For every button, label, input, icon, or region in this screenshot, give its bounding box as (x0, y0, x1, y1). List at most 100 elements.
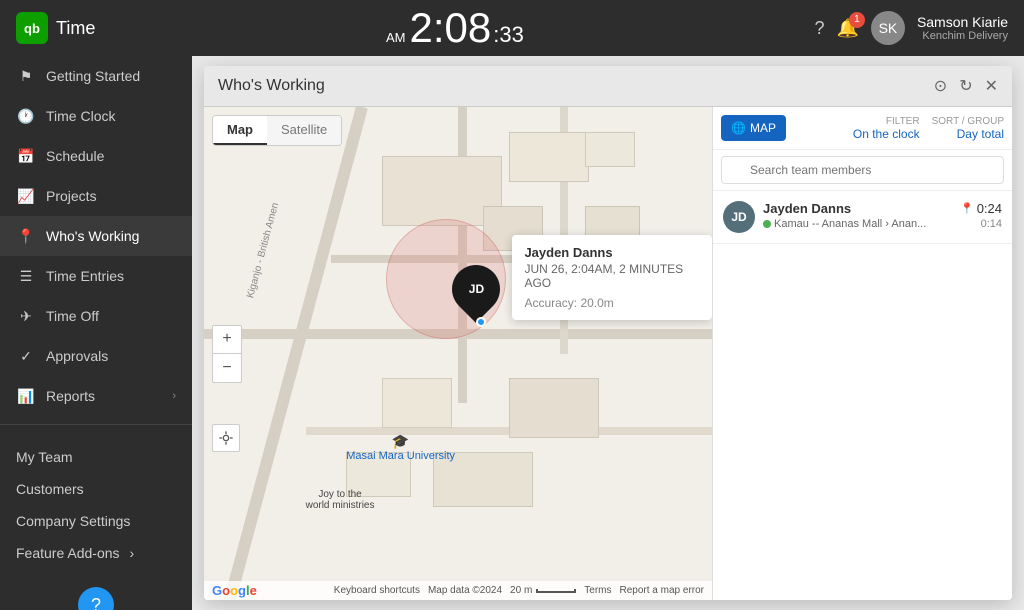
sidebar-label-time-off: Time Off (46, 308, 176, 324)
sidebar-item-customers[interactable]: Customers (0, 473, 192, 505)
header-right: ? 🔔 1 SK Samson Kiarie Kenchim Delivery (815, 11, 1008, 45)
modal-body: Map Satellite (204, 107, 1012, 600)
marker-pin-label: JD (452, 275, 500, 303)
time-ampm: AM (386, 30, 406, 45)
table-row[interactable]: JD Jayden Danns Kamau -- Ananas Mall › A… (713, 191, 1012, 244)
flag-icon: ⚑ (16, 66, 36, 86)
report-error-link[interactable]: Report a map error (620, 585, 704, 596)
app-name: Time (56, 18, 95, 39)
user-company: Kenchim Delivery (917, 30, 1008, 42)
employee-list: JD Jayden Danns Kamau -- Ananas Mall › A… (713, 191, 1012, 600)
pin-icon: 📍 (16, 226, 36, 246)
sidebar-bottom: My Team Customers Company Settings Featu… (0, 433, 192, 610)
modal-refresh-button[interactable]: ↻ (959, 76, 972, 96)
reports-icon: 📊 (16, 386, 36, 406)
time-seconds: :33 (493, 22, 524, 48)
scale-bar (536, 589, 576, 593)
avatar[interactable]: SK (871, 11, 905, 45)
sidebar-label-reports: Reports (46, 388, 162, 404)
entries-icon: ☰ (16, 266, 36, 286)
filter-value[interactable]: On the clock (853, 127, 920, 141)
notification-bell[interactable]: 🔔 1 (837, 18, 859, 39)
map-tab-satellite[interactable]: Satellite (267, 116, 341, 145)
projects-icon: 📈 (16, 186, 36, 206)
location-icon: 📍 (960, 202, 974, 215)
locate-me-button[interactable] (212, 424, 240, 452)
sidebar-item-schedule[interactable]: 📅 Schedule (0, 136, 192, 176)
sidebar-item-feature-addons[interactable]: Feature Add-ons › (0, 537, 192, 569)
map-zoom-controls: + − (212, 325, 242, 383)
employee-avatar: JD (723, 201, 755, 233)
sidebar-item-whos-working[interactable]: 📍 Who's Working (0, 216, 192, 256)
sidebar-item-approvals[interactable]: ✓ Approvals (0, 336, 192, 376)
sidebar-item-time-clock[interactable]: 🕐 Time Clock (0, 96, 192, 136)
zoom-in-button[interactable]: + (213, 326, 241, 354)
sidebar-label-getting-started: Getting Started (46, 68, 176, 84)
sidebar-item-getting-started[interactable]: ⚑ Getting Started (0, 56, 192, 96)
joy-label: Joy to theworld ministries (306, 489, 375, 511)
modal-close-button[interactable]: ✕ (985, 76, 998, 96)
clock-icon: 🕐 (16, 106, 36, 126)
sidebar-item-company-settings[interactable]: Company Settings (0, 505, 192, 537)
customers-label: Customers (16, 481, 84, 497)
qb-logo[interactable]: qb (16, 12, 48, 44)
app-header: qb Time AM 2:08 :33 ? 🔔 1 SK Samson Kiar… (0, 0, 1024, 56)
map-marker[interactable]: JD Jayden Danns JUN 26, 2:04AM, 2 MINUTE… (422, 255, 542, 375)
map-tab-map[interactable]: Map (213, 116, 267, 145)
whos-working-modal: Who's Working ⊙ ↻ ✕ Map Satellite (204, 66, 1012, 600)
sidebar-item-reports[interactable]: 📊 Reports › (0, 376, 192, 416)
company-settings-label: Company Settings (16, 513, 130, 529)
user-name: Samson Kiarie (917, 14, 1008, 30)
plane-icon: ✈ (16, 306, 36, 326)
google-logo: Google (212, 583, 257, 598)
zoom-out-button[interactable]: − (213, 354, 241, 382)
keyboard-shortcuts[interactable]: Keyboard shortcuts (334, 585, 420, 596)
modal-header-actions: ⊙ ↻ ✕ (934, 76, 998, 96)
sidebar-item-my-team[interactable]: My Team (0, 441, 192, 473)
map-data: Map data ©2024 (428, 585, 502, 596)
modal-title: Who's Working (218, 77, 325, 95)
terms-link[interactable]: Terms (584, 585, 611, 596)
employee-time-main: 📍 0:24 (960, 201, 1002, 216)
reports-arrow-icon: › (172, 390, 176, 402)
check-icon: ✓ (16, 346, 36, 366)
map-background[interactable]: Kiganjo - British Amen 🎓 Masai Mara Univ… (204, 107, 712, 600)
user-info: Samson Kiarie Kenchim Delivery (917, 14, 1008, 42)
filter-label: FILTER (853, 116, 920, 127)
feature-addons-label: Feature Add-ons (16, 545, 120, 561)
popup-name: Jayden Danns (524, 245, 700, 260)
marker-pin[interactable]: JD (452, 265, 500, 321)
help-button[interactable]: ? (78, 587, 114, 610)
location-text: Kamau -- Ananas Mall › Anan... (774, 218, 926, 230)
rp-toolbar: 🌐 MAP FILTER On the clock SORT / GROUP (713, 107, 1012, 150)
search-wrap: 🔍 (721, 156, 1004, 184)
sidebar-divider (0, 424, 192, 425)
sidebar-label-whos-working: Who's Working (46, 228, 176, 244)
sidebar-item-projects[interactable]: 📈 Projects (0, 176, 192, 216)
search-input[interactable] (721, 156, 1004, 184)
addons-arrow-icon: › (130, 545, 135, 561)
sidebar-label-schedule: Schedule (46, 148, 176, 164)
modal-help-button[interactable]: ⊙ (934, 76, 947, 96)
popup-accuracy: Accuracy: 20.0m (524, 296, 700, 310)
sidebar-item-time-off[interactable]: ✈ Time Off (0, 296, 192, 336)
university-label: 🎓 Masai Mara University (346, 433, 455, 462)
sidebar-label-time-clock: Time Clock (46, 108, 176, 124)
employee-info: Jayden Danns Kamau -- Ananas Mall › Anan… (763, 201, 960, 230)
active-dot (763, 220, 771, 228)
main-layout: ⚑ Getting Started 🕐 Time Clock 📅 Schedul… (0, 56, 1024, 610)
help-icon[interactable]: ? (815, 18, 825, 39)
employee-times: 📍 0:24 0:14 (960, 201, 1002, 230)
map-area: Map Satellite (204, 107, 712, 600)
map-view-button[interactable]: 🌐 MAP (721, 115, 786, 141)
header-clock: AM 2:08 :33 (386, 7, 524, 49)
modal-header: Who's Working ⊙ ↻ ✕ (204, 66, 1012, 107)
map-scale: 20 m (510, 585, 576, 596)
notification-badge: 1 (849, 12, 865, 28)
sidebar-item-time-entries[interactable]: ☰ Time Entries (0, 256, 192, 296)
right-panel: 🌐 MAP FILTER On the clock SORT / GROUP (712, 107, 1012, 600)
sort-value[interactable]: Day total (932, 127, 1004, 141)
time-main: 2:08 (410, 7, 492, 49)
marker-popup: Jayden Danns JUN 26, 2:04AM, 2 MINUTES A… (512, 235, 712, 320)
calendar-icon: 📅 (16, 146, 36, 166)
